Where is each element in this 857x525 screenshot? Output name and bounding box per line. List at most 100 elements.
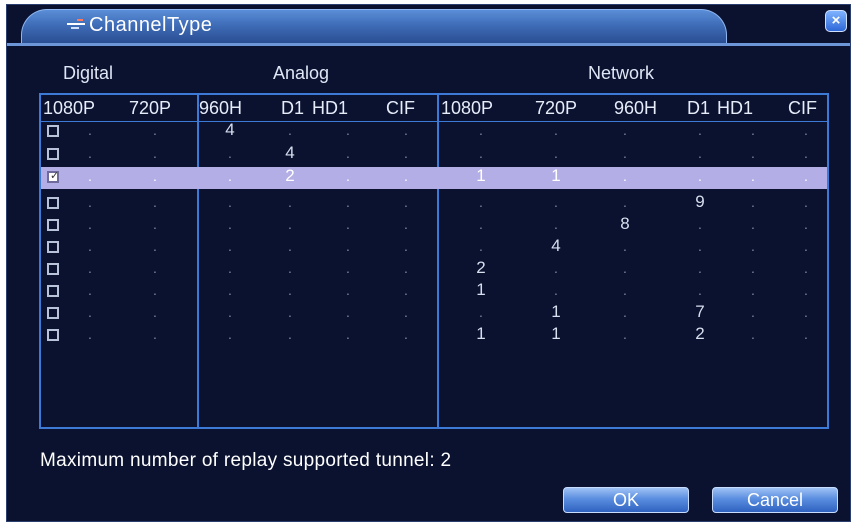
table-cell: 1 <box>551 302 561 321</box>
table-row[interactable]: ...... 1 1. 2.. <box>41 325 827 347</box>
table-row[interactable]: ... 4........ <box>41 144 827 166</box>
row-checkbox[interactable] <box>47 219 59 231</box>
table-cell: . <box>751 145 755 161</box>
table-cell: . <box>751 168 755 184</box>
table-cell: . <box>479 145 483 161</box>
table-cell: . <box>404 168 408 184</box>
table-cell: . <box>751 282 755 298</box>
table-cell: 1 <box>476 280 486 299</box>
dialog-title: ChannelType <box>89 14 213 36</box>
table-cell: . <box>404 260 408 276</box>
table-cell: 7 <box>695 302 705 321</box>
table-row[interactable]: ........ 8... <box>41 215 827 237</box>
table-cell: 2 <box>695 324 705 343</box>
table-cell: . <box>751 194 755 210</box>
row-checkbox[interactable] <box>47 197 59 209</box>
table-row[interactable]: .. 4......... <box>41 121 827 143</box>
table-cell: . <box>346 304 350 320</box>
table-cell: . <box>228 238 232 254</box>
table-cell: . <box>228 145 232 161</box>
table-cell: . <box>751 238 755 254</box>
table-cell: . <box>554 194 558 210</box>
column-header: 960H <box>199 98 243 118</box>
column-header: 1080P <box>441 98 494 118</box>
table-cell: . <box>404 194 408 210</box>
table-cell: . <box>698 145 702 161</box>
table-cell: . <box>554 145 558 161</box>
table-cell: . <box>153 260 157 276</box>
table-cell: . <box>623 122 627 138</box>
table-cell: . <box>698 238 702 254</box>
table-cell: . <box>698 216 702 232</box>
table-cell: . <box>153 122 157 138</box>
row-checkbox[interactable] <box>47 285 59 297</box>
table-cell: . <box>88 168 92 184</box>
table-cell: . <box>804 216 808 232</box>
ok-button[interactable]: OK <box>563 487 689 513</box>
table-cell: . <box>153 168 157 184</box>
table-row[interactable]: ...... 1..... <box>41 281 827 303</box>
table-cell: . <box>346 168 350 184</box>
column-header: D1 <box>281 98 305 118</box>
table-cell: . <box>153 216 157 232</box>
table-row[interactable]: ....... 1. 7.. <box>41 303 827 325</box>
table-cell: . <box>153 194 157 210</box>
table-cell: . <box>228 168 232 184</box>
row-checkbox[interactable] <box>47 263 59 275</box>
row-checkbox[interactable] <box>47 241 59 253</box>
table-cell: . <box>804 238 808 254</box>
table-cell: . <box>404 282 408 298</box>
column-header: 720P <box>129 98 172 118</box>
table-cell: . <box>404 216 408 232</box>
table-cell: . <box>346 216 350 232</box>
table-cell: . <box>288 304 292 320</box>
table-cell: . <box>804 145 808 161</box>
table-row[interactable]: ...... 2..... <box>41 259 827 281</box>
table-cell: . <box>804 168 808 184</box>
table-cell: 1 <box>476 166 486 185</box>
table-cell: . <box>228 282 232 298</box>
table-row[interactable]: ✓... 2.. 1 1.... <box>41 167 827 189</box>
cancel-button[interactable]: Cancel <box>712 487 838 513</box>
table-cell: . <box>623 238 627 254</box>
table-cell: . <box>623 282 627 298</box>
table-cell: . <box>698 282 702 298</box>
table-cell: . <box>623 260 627 276</box>
table-cell: . <box>751 304 755 320</box>
replay-limit-text: Maximum number of replay supported tunne… <box>40 450 452 471</box>
table-cell: . <box>346 194 350 210</box>
table-cell: . <box>404 238 408 254</box>
channel-type-table: 1080P 720P 960H D1 HD1 CIF 1080P 720P 960H D1 HD1 C… <box>39 93 829 429</box>
close-icon[interactable]: × <box>825 10 847 32</box>
table-cell: . <box>623 168 627 184</box>
table-cell: . <box>346 326 350 342</box>
table-cell: 2 <box>285 166 295 185</box>
table-cell: . <box>479 304 483 320</box>
table-cell: . <box>623 194 627 210</box>
row-checkbox[interactable] <box>47 307 59 319</box>
title-divider <box>7 43 850 46</box>
row-checkbox[interactable] <box>47 329 59 341</box>
table-cell: . <box>404 145 408 161</box>
table-cell: . <box>228 216 232 232</box>
table-cell: . <box>153 238 157 254</box>
row-checkbox[interactable]: ✓ <box>47 170 60 183</box>
table-cell: 2 <box>476 258 486 277</box>
table-cell: . <box>698 122 702 138</box>
table-cell: . <box>346 145 350 161</box>
table-cell: . <box>88 216 92 232</box>
column-header: HD1 <box>312 98 349 118</box>
table-cell: . <box>554 122 558 138</box>
group-digital: Digital <box>63 63 114 83</box>
channel-type-icon <box>67 19 85 29</box>
table-row[interactable]: ....... 4.... <box>41 237 827 259</box>
table-row[interactable]: ......... 9.. <box>41 193 827 215</box>
table-cell: . <box>751 122 755 138</box>
table-cell: . <box>623 145 627 161</box>
column-header: 720P <box>535 98 578 118</box>
table-cell: 4 <box>551 236 561 255</box>
row-checkbox[interactable] <box>47 148 59 160</box>
check-icon: ✓ <box>50 170 60 182</box>
table-cell: . <box>479 216 483 232</box>
row-checkbox[interactable] <box>47 125 59 137</box>
